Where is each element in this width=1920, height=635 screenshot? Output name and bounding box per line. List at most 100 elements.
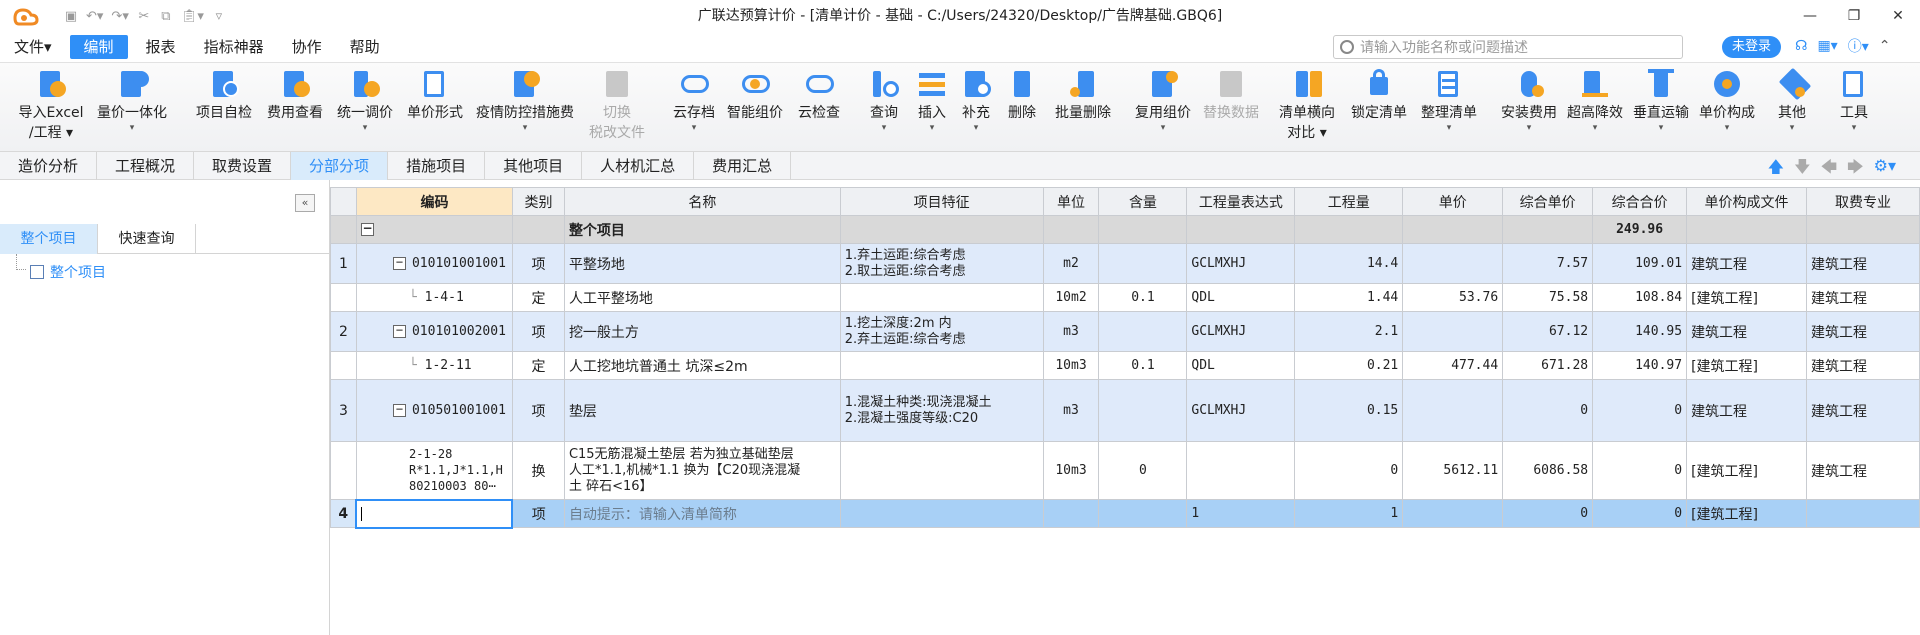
reuse-pricing-button[interactable]: 复用组价 ▾	[1130, 67, 1196, 133]
name-cell[interactable]: 人工挖地坑普通土 坑深≤2m	[563, 351, 841, 380]
qty-cell[interactable]: 1	[1294, 499, 1404, 528]
feature-cell[interactable]: 1.弃土运距:综合考虑 2.取土运距:综合考虑	[839, 243, 1044, 284]
price-cell[interactable]: 5612.11	[1402, 441, 1504, 500]
col-header-composition-file[interactable]: 单价构成文件	[1686, 187, 1807, 216]
insert-button[interactable]: 插入 ▾	[912, 67, 952, 133]
menu-help[interactable]: 帮助	[336, 35, 394, 59]
collapse-toggle-icon[interactable]: −	[392, 324, 406, 338]
file-cell[interactable]: [建筑工程]	[1686, 351, 1807, 380]
feature-cell[interactable]	[839, 283, 1044, 312]
qty-cell[interactable]: 0	[1294, 441, 1404, 500]
high-efficiency-reduction-button[interactable]: 超高降效 ▾	[1562, 67, 1628, 133]
customize-qa-icon[interactable]: ▿	[212, 9, 226, 24]
unit-cell[interactable]: 10m3	[1042, 441, 1100, 500]
major-cell[interactable]: 建筑工程	[1806, 351, 1920, 380]
paste-icon[interactable]: 📋︎▾	[181, 9, 204, 24]
file-cell[interactable]: [建筑工程]	[1686, 441, 1807, 500]
col-header-unit-price[interactable]: 单价	[1402, 187, 1504, 216]
tab-project-overview[interactable]: 工程概况	[97, 152, 195, 180]
unit-cell[interactable]: m2	[1042, 243, 1100, 284]
copy-icon[interactable]: ⧉	[159, 9, 173, 24]
major-cell[interactable]: 建筑工程	[1806, 283, 1920, 312]
col-header-composite-total[interactable]: 综合合价	[1592, 187, 1688, 216]
minimize-button[interactable]: —	[1788, 0, 1832, 32]
save-icon[interactable]: ▣	[64, 9, 78, 24]
table-row[interactable]: └ 1-2-11 定 人工挖地坑普通土 坑深≤2m 10m3 0.1 QDL 0…	[330, 351, 1920, 380]
code-cell[interactable]: 2-1-28 R*1.1,J*1.1,H 80210003 80⋯	[355, 441, 513, 500]
menu-edit[interactable]: 编制	[69, 35, 128, 59]
collapse-toggle-icon[interactable]: −	[392, 256, 406, 270]
major-cell[interactable]: 建筑工程	[1806, 243, 1920, 284]
tab-fee-summary[interactable]: 费用汇总	[694, 152, 792, 180]
menu-report[interactable]: 报表	[132, 35, 190, 59]
qty-cell[interactable]: 0.21	[1294, 351, 1404, 380]
collapse-ribbon-icon[interactable]: ⌃	[1879, 38, 1891, 54]
file-cell[interactable]: 建筑工程	[1686, 311, 1807, 352]
organize-list-button[interactable]: 清单横向 整理清单 ▾	[1416, 67, 1482, 133]
table-row[interactable]: 3 −010501001001 项 垫层 1.混凝土种类:现浇混凝土 2.混凝土强…	[330, 379, 1920, 442]
close-button[interactable]: ✕	[1876, 0, 1920, 32]
major-cell[interactable]	[1806, 499, 1920, 528]
feature-cell[interactable]: 1.挖土深度:2m 内 2.弃土运距:综合考虑	[839, 311, 1044, 352]
unit-cell[interactable]	[1042, 499, 1100, 528]
collapse-toggle-icon[interactable]: −	[392, 403, 406, 417]
vertical-transport-button[interactable]: 垂直运输 ▾	[1628, 67, 1694, 133]
tab-fee-settings[interactable]: 取费设置	[194, 152, 292, 180]
login-button[interactable]: 未登录	[1722, 36, 1782, 58]
list-compare-button[interactable]: 清单横向 对比 ▾	[1272, 67, 1342, 143]
content-cell[interactable]	[1098, 499, 1188, 528]
group-toggle-cell[interactable]: −	[355, 215, 513, 244]
col-header-code[interactable]: 编码	[355, 187, 513, 216]
col-header-feature[interactable]: 项目特征	[839, 187, 1044, 216]
epidemic-measure-fee-button[interactable]: 疫情防控措施费 ▾	[472, 67, 578, 133]
col-header-expression[interactable]: 工程量表达式	[1186, 187, 1296, 216]
unit-cell[interactable]: m3	[1042, 311, 1100, 352]
file-cell[interactable]: [建筑工程]	[1686, 499, 1807, 528]
self-check-button[interactable]: 项目自检	[192, 67, 256, 123]
content-cell[interactable]	[1098, 379, 1188, 442]
batch-delete-button[interactable]: 批量删除	[1050, 67, 1116, 123]
file-cell[interactable]: 建筑工程	[1686, 379, 1807, 442]
lock-list-button[interactable]: 锁定清单	[1346, 67, 1412, 123]
tab-quick-query[interactable]: 快速查询	[98, 224, 196, 254]
feature-cell[interactable]	[839, 499, 1044, 528]
table-row-current[interactable]: 4 项 自动提示：请输入清单简称 1 1 0 0 [建筑工程]	[330, 498, 1920, 529]
tab-measures[interactable]: 措施项目	[388, 152, 486, 180]
expr-cell[interactable]: QDL	[1186, 351, 1296, 380]
col-header-name[interactable]: 名称	[563, 187, 841, 216]
search-input[interactable]: 请输入功能名称或问题描述	[1333, 35, 1683, 59]
query-button[interactable]: 查询 ▾	[864, 67, 904, 133]
qty-cell[interactable]: 1.44	[1294, 283, 1404, 312]
menu-file[interactable]: 文件▾	[0, 35, 66, 59]
code-cell[interactable]: −010501001001	[355, 379, 513, 442]
col-header-content[interactable]: 含量	[1098, 187, 1188, 216]
menu-indicator[interactable]: 指标神器	[190, 35, 278, 59]
table-row[interactable]: 1 −010101001001 项 平整场地 1.弃土运距:综合考虑 2.取土运距…	[330, 243, 1920, 284]
unified-price-adjust-button[interactable]: 统一调价 ▾	[332, 67, 398, 133]
feature-cell[interactable]	[839, 351, 1044, 380]
content-cell[interactable]	[1098, 243, 1188, 284]
feature-cell[interactable]	[839, 441, 1044, 500]
name-cell[interactable]: 人工平整场地	[563, 283, 841, 312]
unit-cell[interactable]: 10m2	[1042, 283, 1100, 312]
move-left-icon[interactable]: 🡄	[1821, 156, 1838, 183]
col-header-fee-major[interactable]: 取费专业	[1806, 187, 1920, 216]
collapse-toggle-icon[interactable]: −	[360, 222, 374, 236]
col-header-composite-unit-price[interactable]: 综合单价	[1502, 187, 1594, 216]
menu-collab[interactable]: 协作	[278, 35, 336, 59]
delete-button[interactable]: 删除	[1002, 67, 1042, 123]
expr-cell[interactable]: GCLMXHJ	[1186, 243, 1296, 284]
price-cell[interactable]	[1402, 499, 1504, 528]
code-cell[interactable]: −010101002001	[355, 311, 513, 352]
price-cell[interactable]	[1402, 311, 1504, 352]
file-cell[interactable]: 建筑工程	[1686, 243, 1807, 284]
expr-cell[interactable]: GCLMXHJ	[1186, 379, 1296, 442]
unit-cell[interactable]: 10m3	[1042, 351, 1100, 380]
expr-cell[interactable]	[1186, 441, 1296, 500]
cut-icon[interactable]: ✂	[137, 9, 151, 24]
major-cell[interactable]: 建筑工程	[1806, 441, 1920, 500]
major-cell[interactable]: 建筑工程	[1806, 311, 1920, 352]
unit-price-composition-button[interactable]: 单价构成 ▾	[1694, 67, 1760, 133]
price-cell[interactable]	[1402, 243, 1504, 284]
price-cell[interactable]: 477.44	[1402, 351, 1504, 380]
